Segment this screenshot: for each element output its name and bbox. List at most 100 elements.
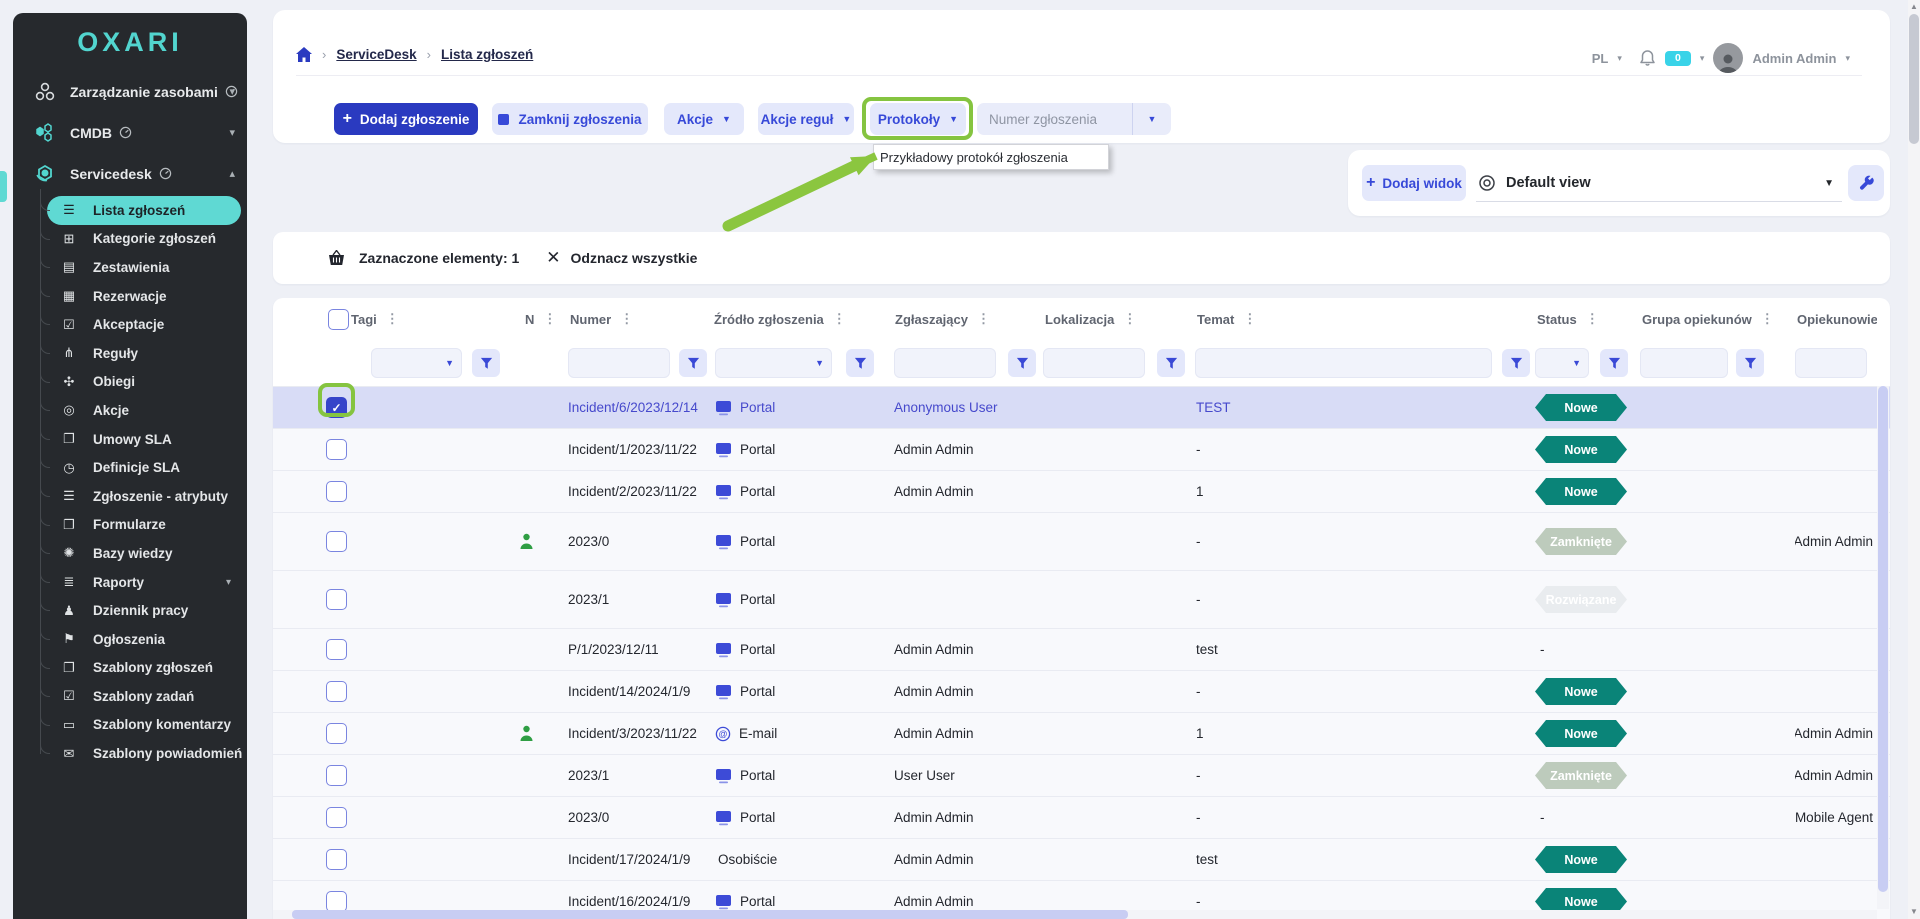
- cell-numer[interactable]: Incident/6/2023/12/14: [568, 400, 712, 415]
- sidebar-item-szablony-zadan[interactable]: ☑Szablony zadań: [47, 682, 241, 711]
- cell-numer[interactable]: 2023/0: [568, 534, 712, 549]
- close-icon[interactable]: ✕: [546, 248, 560, 268]
- sidebar-item-formularze[interactable]: ❐Formularze: [47, 511, 241, 540]
- row-checkbox[interactable]: [326, 589, 347, 610]
- filter-input-lokalizacja[interactable]: [1043, 348, 1145, 378]
- add-view-button[interactable]: + Dodaj widok: [1362, 165, 1466, 201]
- bell-icon[interactable]: [1639, 49, 1656, 67]
- view-select[interactable]: Default view ▼: [1476, 165, 1842, 202]
- column-menu-icon[interactable]: ⋮: [1123, 311, 1136, 327]
- sidebar-item-szablony-komentarzy[interactable]: ▭Szablony komentarzy: [47, 711, 241, 740]
- column-menu-icon[interactable]: ⋮: [543, 311, 556, 327]
- table-row[interactable]: Incident/2/2023/11/22PortalAdmin Admin1N…: [273, 471, 1890, 513]
- table-row[interactable]: 2023/1Portal-Rozwiązane: [273, 571, 1890, 629]
- breadcrumb-link-lista-zgloszen[interactable]: Lista zgłoszeń: [441, 47, 533, 62]
- cell-numer[interactable]: Incident/2/2023/11/22: [568, 484, 712, 499]
- add-ticket-button[interactable]: + Dodaj zgłoszenie: [334, 103, 478, 135]
- row-checkbox[interactable]: [326, 891, 347, 912]
- home-icon[interactable]: [296, 47, 312, 62]
- column-menu-icon[interactable]: ⋮: [386, 311, 399, 327]
- row-checkbox[interactable]: [326, 723, 347, 744]
- sidebar-item-obiegi[interactable]: ✣Obiegi: [47, 368, 241, 397]
- table-horizontal-scrollbar-thumb[interactable]: [292, 910, 1128, 919]
- filter-input-grupa-opiekunow[interactable]: [1640, 348, 1728, 378]
- row-checkbox[interactable]: ✓: [326, 397, 347, 418]
- sidebar-item-akcje[interactable]: ◎Akcje: [47, 396, 241, 425]
- sidebar-item-rezerwacje[interactable]: ▦Rezerwacje: [47, 282, 241, 311]
- filter-funnel-button[interactable]: [1736, 349, 1764, 377]
- row-checkbox[interactable]: [326, 439, 347, 460]
- table-row[interactable]: 2023/0Portal-ZamknięteAdmin Admin: [273, 513, 1890, 571]
- column-menu-icon[interactable]: ⋮: [1243, 311, 1256, 327]
- protocols-dropdown-item[interactable]: Przykładowy protokół zgłoszenia: [874, 150, 1068, 165]
- avatar[interactable]: [1713, 43, 1743, 73]
- table-row[interactable]: ✓Incident/6/2023/12/14PortalAnonymous Us…: [273, 387, 1890, 429]
- cell-numer[interactable]: P/1/2023/12/11: [568, 642, 712, 657]
- sidebar-item-szablony-zgloszen[interactable]: ❐Szablony zgłoszeń: [47, 654, 241, 683]
- chevron-down-icon[interactable]: ▾: [1700, 53, 1705, 64]
- table-vertical-scrollbar-thumb[interactable]: [1878, 386, 1888, 892]
- page-scrollbar-thumb[interactable]: [1909, 14, 1919, 144]
- breadcrumb-link-servicedesk[interactable]: ServiceDesk: [336, 47, 416, 62]
- sidebar-item-zgloszenie-atrybuty[interactable]: ☰Zgłoszenie - atrybuty: [47, 482, 241, 511]
- cell-numer[interactable]: Incident/1/2023/11/22: [568, 442, 712, 457]
- scroll-down-icon[interactable]: ▼: [1908, 907, 1920, 916]
- table-row[interactable]: 2023/1PortalUser User-ZamknięteAdmin Adm…: [273, 755, 1890, 797]
- filter-input-opiekunowie[interactable]: [1795, 348, 1867, 378]
- row-checkbox[interactable]: [326, 765, 347, 786]
- row-checkbox[interactable]: [326, 531, 347, 552]
- row-checkbox[interactable]: [326, 481, 347, 502]
- filter-funnel-button[interactable]: [472, 349, 500, 377]
- sidebar-section-cmdb[interactable]: CMDB ▾: [13, 112, 247, 153]
- cell-numer[interactable]: 2023/0: [568, 810, 712, 825]
- ticket-number-input[interactable]: [977, 103, 1132, 135]
- sidebar-section-assets[interactable]: Zarządzanie zasobami ▾: [13, 71, 247, 112]
- table-row[interactable]: Incident/17/2024/1/9OsobiścieAdmin Admin…: [273, 839, 1890, 881]
- row-checkbox[interactable]: [326, 681, 347, 702]
- filter-input-numer[interactable]: [568, 348, 670, 378]
- sidebar-item-szablony-powiadomien[interactable]: ✉Szablony powiadomień: [47, 739, 241, 768]
- cell-numer[interactable]: 2023/1: [568, 768, 712, 783]
- view-settings-button[interactable]: [1848, 165, 1884, 201]
- language-selector[interactable]: PL: [1592, 51, 1609, 66]
- sidebar-item-dziennik-pracy[interactable]: ♟Dziennik pracy: [47, 596, 241, 625]
- filter-funnel-button[interactable]: [846, 349, 874, 377]
- chevron-down-icon[interactable]: ▾: [1845, 53, 1850, 64]
- sidebar-item-reguly[interactable]: ⋔Reguły: [47, 339, 241, 368]
- scroll-up-icon[interactable]: ▲: [1908, 2, 1920, 11]
- deselect-all-button[interactable]: Odznacz wszystkie: [571, 250, 698, 266]
- filter-select-zrodlo-zgloszenia[interactable]: ▼: [715, 348, 832, 378]
- row-checkbox[interactable]: [326, 639, 347, 660]
- table-row[interactable]: P/1/2023/12/11PortalAdmin Admintest-: [273, 629, 1890, 671]
- column-menu-icon[interactable]: ⋮: [977, 311, 990, 327]
- filter-funnel-button[interactable]: [1600, 349, 1628, 377]
- filter-input-temat[interactable]: [1195, 348, 1492, 378]
- filter-funnel-button[interactable]: [1157, 349, 1185, 377]
- cell-numer[interactable]: 2023/1: [568, 592, 712, 607]
- cell-numer[interactable]: Incident/3/2023/11/22: [568, 726, 712, 741]
- table-row[interactable]: Incident/14/2024/1/9PortalAdmin Admin-No…: [273, 671, 1890, 713]
- sidebar-item-zestawienia[interactable]: ▤Zestawienia: [47, 253, 241, 282]
- column-menu-icon[interactable]: ⋮: [1761, 311, 1774, 327]
- table-row[interactable]: Incident/1/2023/11/22PortalAdmin Admin-N…: [273, 429, 1890, 471]
- column-menu-icon[interactable]: ⋮: [620, 311, 633, 327]
- select-all-checkbox[interactable]: [328, 309, 349, 330]
- close-tickets-button[interactable]: Zamknij zgłoszenia: [492, 103, 648, 135]
- sidebar-item-umowy-sla[interactable]: ❐Umowy SLA: [47, 425, 241, 454]
- user-name[interactable]: Admin Admin: [1752, 51, 1836, 66]
- sidebar-item-definicje-sla[interactable]: ◷Definicje SLA: [47, 453, 241, 482]
- cell-numer[interactable]: Incident/16/2024/1/9: [568, 894, 712, 909]
- rule-actions-dropdown-button[interactable]: Akcje reguł ▼: [758, 103, 854, 135]
- column-menu-icon[interactable]: ⋮: [833, 311, 846, 327]
- filter-select-tagi[interactable]: ▼: [371, 348, 462, 378]
- sidebar-item-ogloszenia[interactable]: ⚑Ogłoszenia: [47, 625, 241, 654]
- sidebar-item-kategorie-zgloszen[interactable]: ⊞Kategorie zgłoszeń: [47, 225, 241, 254]
- protocols-dropdown-button[interactable]: Protokoły ▼: [870, 103, 966, 135]
- row-checkbox[interactable]: [326, 807, 347, 828]
- sidebar-item-bazy-wiedzy[interactable]: ✺Bazy wiedzy: [47, 539, 241, 568]
- cell-numer[interactable]: Incident/14/2024/1/9: [568, 684, 712, 699]
- table-row[interactable]: Incident/3/2023/11/22@E-mailAdmin Admin1…: [273, 713, 1890, 755]
- filter-input-zglaszajacy[interactable]: [894, 348, 996, 378]
- row-checkbox[interactable]: [326, 849, 347, 870]
- table-row[interactable]: 2023/0PortalAdmin Admin--Mobile Agent: [273, 797, 1890, 839]
